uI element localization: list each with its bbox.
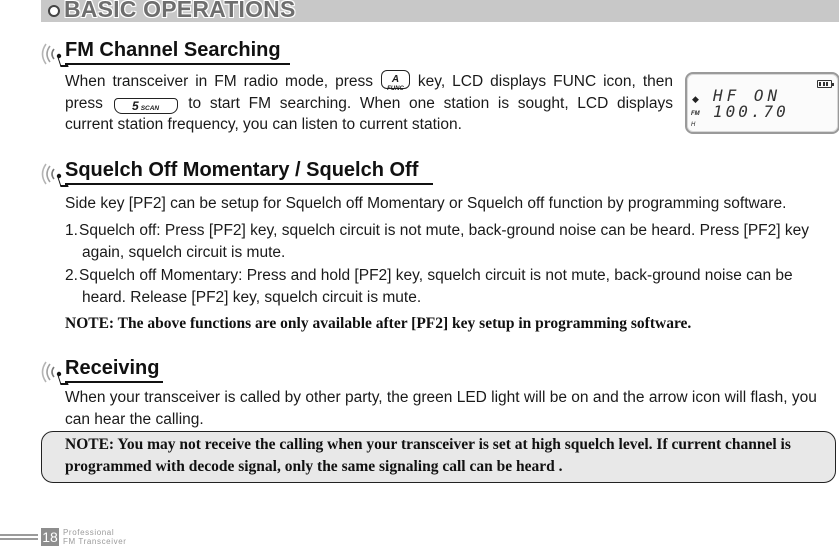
receiving-description: When your transceiver is called by other… [65,389,817,428]
lcd-line-2: 100.70 [713,102,789,121]
heading-text: Receiving [65,357,160,379]
scan-key-main: 5 [132,98,139,113]
fm-description: When transceiver in FM radio mode, press… [65,70,673,136]
heading-underline [65,183,433,185]
list-text: Squelch off: Press [PF2] key, squelch ci… [79,222,810,261]
page-footer: 18 Professional FM Transceiver [0,528,220,548]
scan-key-icon: 5 SCAN [113,97,178,114]
func-key-bottom: FUNC [387,86,404,92]
banner-title: BASIC OPERATIONS [64,0,296,22]
receiving-note-box: NOTE: You may not receive the calling wh… [41,431,836,483]
heading-receiving: Receiving [38,356,238,386]
footer-rule [0,538,38,540]
heading-underline [65,63,290,65]
list-text: Squelch off Momentary: Press and hold [P… [79,267,793,306]
heading-fm-channel-searching: FM Channel Searching [38,38,298,68]
squelch-intro: Side key [PF2] can be setup for Squelch … [65,195,787,212]
receiving-note: NOTE: You may not receive the calling wh… [65,436,791,475]
battery-icon [817,80,834,88]
list-number: 1. [65,222,78,239]
lcd-h-indicator: H [691,122,696,128]
heading-underline [65,381,163,383]
page-number: 18 [41,528,59,546]
list-item: 2. Squelch off Momentary: Press and hold… [65,265,839,308]
func-key-icon: A FUNC [380,70,410,92]
list-number: 2. [65,267,78,284]
heading-text: FM Channel Searching [65,39,281,61]
arrow-icon: ◆ [692,94,699,104]
fm-text-1: When transceiver in FM radio mode, press [65,73,380,90]
scan-key-sub: SCAN [140,104,160,112]
bullet-circle-icon [48,5,60,17]
lcd-fm-indicator: FM [691,111,700,117]
lcd-display-illustration: ◆ FM H HF ON 100.70 [685,72,839,134]
heading-text: Squelch Off Momentary / Squelch Off [65,159,419,181]
footer-line-2: FM Transceiver [63,537,127,546]
section-banner: BASIC OPERATIONS [41,0,839,22]
squelch-note: NOTE: The above functions are only avail… [65,315,692,332]
footer-rule [0,534,38,536]
heading-squelch-off: Squelch Off Momentary / Squelch Off [38,158,458,188]
footer-line-1: Professional [63,528,115,537]
list-item: 1. Squelch off: Press [PF2] key, squelch… [65,220,839,263]
